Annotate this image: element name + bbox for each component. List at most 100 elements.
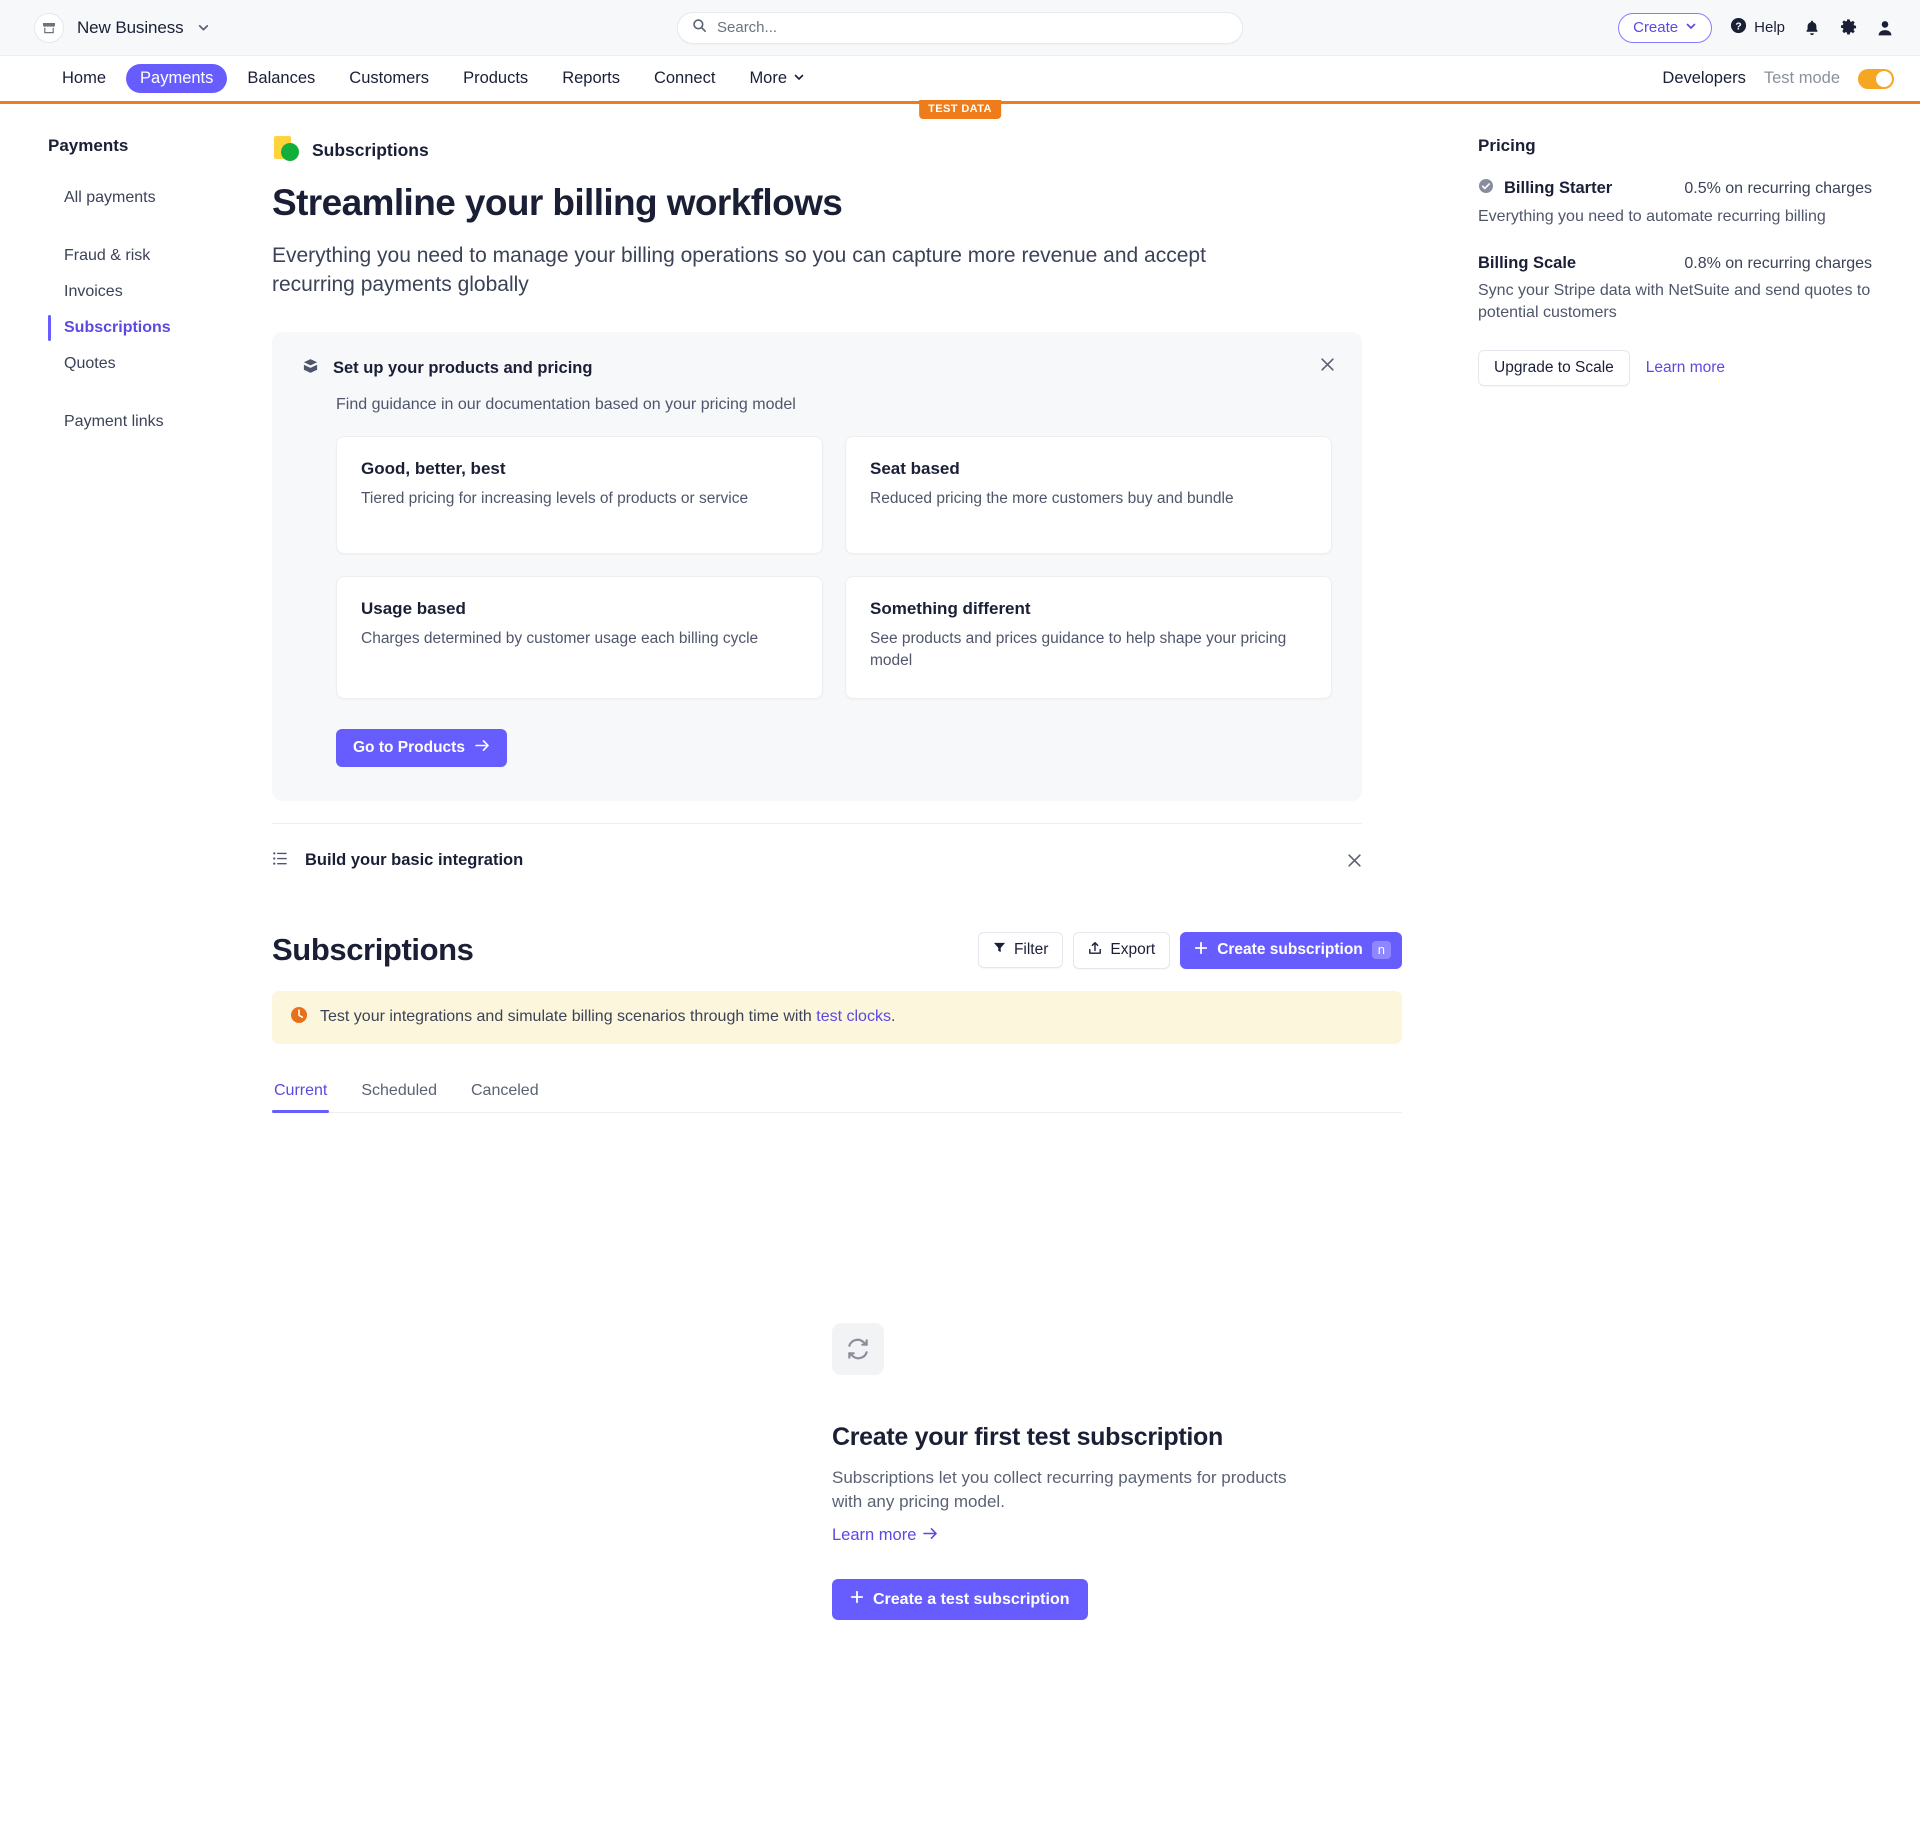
nav-label: Reports — [562, 69, 620, 87]
notifications-bell-icon[interactable] — [1803, 19, 1821, 37]
hero-eyebrow: Subscriptions — [272, 136, 1450, 164]
notice-text: Test your integrations and simulate bill… — [320, 1008, 895, 1026]
tab-current[interactable]: Current — [272, 1076, 330, 1113]
sidebar-item-quotes[interactable]: Quotes — [48, 346, 230, 382]
subscriptions-header: Subscriptions Filter Export Create subsc… — [272, 931, 1402, 969]
account-switcher[interactable]: New Business — [34, 12, 210, 43]
close-icon[interactable] — [1347, 853, 1362, 868]
pricing-learn-more-link[interactable]: Learn more — [1646, 359, 1725, 377]
sidebar-divider-gap — [48, 216, 230, 238]
chevron-down-icon — [197, 21, 210, 34]
nav-item-products[interactable]: Products — [449, 64, 542, 93]
sidebar-item-fraud-risk[interactable]: Fraud & risk — [48, 238, 230, 274]
card-description: Charges determined by customer usage eac… — [361, 629, 759, 647]
search-input[interactable] — [717, 19, 1228, 36]
top-bar: New Business Create ? Help — [0, 0, 1920, 56]
plus-icon — [1194, 941, 1208, 960]
nav-label: Payments — [140, 69, 214, 87]
setup-panel-subtitle: Find guidance in our documentation based… — [336, 395, 796, 413]
nav-item-payments[interactable]: Payments — [126, 64, 228, 93]
plan-row-billing-starter: Billing Starter 0.5% on recurring charge… — [1478, 178, 1872, 199]
search-box[interactable] — [677, 11, 1243, 44]
sidebar-item-subscriptions[interactable]: Subscriptions — [48, 310, 230, 346]
nav-item-balances[interactable]: Balances — [233, 64, 329, 93]
page-title: Streamline your billing workflows — [272, 182, 843, 223]
go-to-products-button[interactable]: Go to Products — [336, 728, 507, 767]
card-description: Reduced pricing the more customers buy a… — [870, 489, 1234, 507]
button-label: Filter — [1013, 941, 1049, 959]
sidebar-item-list: All payments Fraud & risk Invoices Subsc… — [48, 180, 230, 440]
nav-label: Products — [463, 69, 529, 87]
empty-state-title: Create your first test subscription — [832, 1422, 1223, 1451]
card-title: Usage based — [361, 598, 466, 618]
cube-box-icon — [302, 358, 319, 380]
plan-price: 0.8% on recurring charges — [1684, 254, 1872, 272]
pricing-model-card[interactable]: Usage based Charges determined by custom… — [336, 575, 823, 699]
chevron-down-icon — [1685, 19, 1697, 36]
global-search — [677, 11, 1243, 44]
check-circle-icon — [1478, 178, 1494, 199]
plan-row-billing-scale: Billing Scale 0.8% on recurring charges — [1478, 254, 1872, 273]
tab-canceled[interactable]: Canceled — [469, 1076, 541, 1112]
export-button[interactable]: Export — [1073, 931, 1171, 969]
user-avatar-icon[interactable] — [1876, 19, 1894, 37]
close-icon[interactable] — [1316, 354, 1338, 376]
help-button[interactable]: ? Help — [1730, 17, 1785, 38]
pricing-model-card[interactable]: Something different See products and pri… — [845, 575, 1332, 699]
nav-item-connect[interactable]: Connect — [640, 64, 729, 93]
settings-gear-icon[interactable] — [1839, 18, 1858, 37]
icon-circle-shape — [281, 143, 299, 161]
tab-scheduled[interactable]: Scheduled — [359, 1076, 439, 1112]
main-content: Subscriptions Streamline your billing wo… — [230, 136, 1450, 1621]
plus-icon — [850, 1590, 864, 1609]
sidebar-item-payment-links[interactable]: Payment links — [48, 404, 230, 440]
plan-description: Sync your Stripe data with NetSuite and … — [1478, 282, 1871, 322]
main-navigation: Home Payments Balances Customers Product… — [0, 56, 1920, 119]
create-test-subscription-button[interactable]: Create a test subscription — [832, 1579, 1088, 1621]
sidebar-item-all-payments[interactable]: All payments — [48, 180, 230, 216]
test-data-badge: TEST DATA — [919, 100, 1001, 119]
nav-item-list: Home Payments Balances Customers Product… — [48, 64, 819, 93]
subscriptions-heading: Subscriptions — [272, 932, 474, 968]
notice-text-after: . — [890, 1008, 896, 1026]
build-integration-title: Build your basic integration — [305, 851, 524, 870]
help-circle-icon: ? — [1730, 17, 1747, 38]
filter-button[interactable]: Filter — [977, 932, 1064, 969]
sidebar-item-invoices[interactable]: Invoices — [48, 274, 230, 310]
developers-link[interactable]: Developers — [1662, 69, 1745, 88]
subscriptions-product-icon — [272, 136, 300, 164]
card-description: See products and prices guidance to help… — [870, 629, 1287, 669]
nav-label: Customers — [349, 69, 430, 87]
learn-more-link[interactable]: Learn more — [832, 1526, 938, 1545]
hero-eyebrow-label: Subscriptions — [312, 139, 429, 160]
pricing-rail-title: Pricing — [1478, 136, 1536, 155]
test-clocks-link[interactable]: test clocks — [816, 1008, 891, 1025]
empty-state-description: Subscriptions let you collect recurring … — [832, 1467, 1287, 1512]
nav-item-reports[interactable]: Reports — [548, 64, 634, 93]
nav-item-home[interactable]: Home — [48, 64, 120, 93]
setup-products-pricing-panel: Set up your products and pricing Find gu… — [272, 331, 1362, 801]
test-mode-toggle[interactable] — [1858, 68, 1894, 89]
top-bar-actions: Create ? Help — [1618, 12, 1894, 43]
test-clocks-notice: Test your integrations and simulate bill… — [272, 990, 1402, 1044]
nav-label: More — [749, 69, 788, 87]
empty-state: Create your first test subscription Subs… — [832, 1322, 1312, 1621]
setup-panel-header: Set up your products and pricing — [302, 358, 1332, 380]
sidebar-title: Payments — [48, 136, 129, 155]
account-name: New Business — [77, 17, 184, 37]
filter-funnel-icon — [993, 941, 1006, 959]
chevron-down-icon — [793, 69, 805, 88]
subscription-cycle-icon — [832, 1322, 884, 1375]
card-title: Good, better, best — [361, 458, 506, 478]
nav-item-customers[interactable]: Customers — [335, 64, 443, 93]
plan-name: Billing Scale — [1478, 254, 1577, 273]
create-button[interactable]: Create — [1618, 12, 1713, 43]
store-icon — [34, 12, 64, 43]
nav-item-more[interactable]: More — [735, 64, 819, 93]
upgrade-to-scale-button[interactable]: Upgrade to Scale — [1478, 350, 1630, 387]
create-subscription-button[interactable]: Create subscription n — [1180, 931, 1402, 969]
subscriptions-actions: Filter Export Create subscription n — [977, 931, 1402, 969]
subscriptions-tabs: Current Scheduled Canceled — [272, 1076, 1402, 1113]
pricing-model-card[interactable]: Good, better, best Tiered pricing for in… — [336, 435, 823, 554]
pricing-model-card[interactable]: Seat based Reduced pricing the more cust… — [845, 435, 1332, 554]
